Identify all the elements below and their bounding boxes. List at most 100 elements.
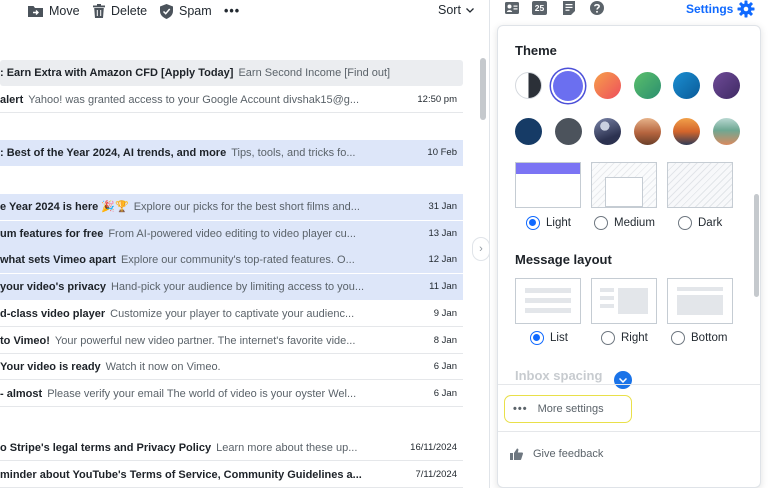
move-label: Move: [49, 4, 80, 18]
theme-title: Theme: [515, 43, 557, 58]
theme-swatch-purple[interactable]: [713, 72, 740, 99]
theme-option-medium[interactable]: Medium: [594, 216, 655, 230]
thumbs-up-icon: [510, 448, 523, 460]
radio-bottom[interactable]: [671, 331, 685, 345]
layout-option-bottom[interactable]: Bottom: [671, 331, 727, 345]
email-date: 13 Jan: [422, 221, 457, 247]
email-date: 16/11/2024: [404, 435, 457, 460]
gear-icon[interactable]: [737, 0, 755, 18]
list-item[interactable]: Your video is ready Watch it now on Vimeo…: [0, 354, 463, 380]
list-item[interactable]: minder about YouTube's Terms of Service,…: [0, 462, 463, 488]
layout-option-label: Bottom: [691, 332, 728, 344]
email-list-scrollbar[interactable]: [480, 58, 486, 120]
contacts-icon[interactable]: [505, 2, 519, 14]
email-date: 6 Jan: [427, 354, 457, 379]
email-sender: d-class video player: [0, 308, 106, 320]
theme-swatch-navy[interactable]: [515, 118, 542, 145]
give-feedback-label: Give feedback: [533, 448, 604, 460]
email-sender: minder about YouTube's Terms of Service,…: [0, 469, 362, 481]
help-icon[interactable]: [590, 1, 604, 15]
theme-swatch-photo-sunset[interactable]: [673, 118, 700, 145]
layout-option-right[interactable]: Right: [601, 331, 648, 345]
theme-swatch-blue[interactable]: [673, 72, 700, 99]
theme-swatch-blue-violet[interactable]: [553, 71, 583, 101]
settings-scrollbar[interactable]: [754, 194, 759, 297]
panel-separator: [498, 384, 760, 385]
theme-option-label: Medium: [614, 217, 655, 229]
radio-list[interactable]: [530, 331, 544, 345]
more-actions-button[interactable]: •••: [224, 0, 240, 22]
theme-option-light[interactable]: Light: [526, 216, 571, 230]
email-sender: alert: [0, 94, 24, 106]
shield-icon: [160, 3, 173, 19]
list-item[interactable]: : Earn Extra with Amazon CFD [Apply Toda…: [0, 60, 463, 86]
email-date: 11 Jan: [423, 274, 457, 300]
email-date: 7/11/2024: [409, 462, 457, 487]
inbox-spacing-title: Inbox spacing: [515, 368, 603, 383]
chevron-down-icon: [619, 377, 627, 383]
delete-button[interactable]: Delete: [93, 0, 147, 22]
email-snippet: Please verify your email The world of vi…: [47, 388, 357, 400]
theme-swatch-photo-beach[interactable]: [713, 118, 740, 145]
email-sender: what sets Vimeo apart: [0, 254, 116, 266]
list-item[interactable]: e Year 2024 is here 🎉🏆 Explore our picks …: [0, 194, 463, 220]
trash-icon: [93, 4, 105, 18]
email-date: 8 Jan: [427, 328, 457, 353]
sort-dropdown[interactable]: Sort: [438, 3, 474, 17]
radio-light[interactable]: [526, 216, 540, 230]
email-snippet: Watch it now on Vimeo.: [105, 361, 221, 373]
more-settings-label: More settings: [537, 403, 604, 415]
theme-swatch-photo-canyon[interactable]: [634, 118, 661, 145]
panel-separator: [498, 431, 760, 432]
list-item[interactable]: d-class video player Customize your playe…: [0, 301, 463, 327]
list-item[interactable]: : Best of the Year 2024, AI trends, and …: [0, 140, 463, 166]
list-item[interactable]: to Vimeo! Your powerful new video partner…: [0, 328, 463, 354]
theme-swatch-gray[interactable]: [555, 118, 582, 145]
list-item[interactable]: your video's privacy Hand-pick your audie…: [0, 274, 463, 300]
theme-swatch-light-dark[interactable]: [515, 72, 542, 99]
email-sender: your video's privacy: [0, 281, 106, 293]
theme-option-dark[interactable]: Dark: [678, 216, 722, 230]
delete-label: Delete: [111, 4, 148, 18]
layout-preview-bottom[interactable]: [667, 278, 733, 324]
layout-preview-list[interactable]: [515, 278, 581, 324]
email-date: 12:50 pm: [411, 87, 457, 112]
list-item[interactable]: what sets Vimeo apart Explore our communi…: [0, 247, 463, 273]
radio-dark[interactable]: [678, 216, 692, 230]
theme-preview-dark[interactable]: [667, 162, 733, 208]
email-snippet: Earn Second Income [Find out]: [238, 67, 391, 79]
layout-option-label: Right: [621, 332, 648, 344]
calendar-icon[interactable]: 25: [532, 1, 547, 15]
email-snippet: Customize your player to captivate your …: [110, 308, 355, 320]
theme-preview-light[interactable]: [515, 162, 581, 208]
theme-preview-medium[interactable]: [591, 162, 657, 208]
theme-swatch-green[interactable]: [634, 72, 661, 99]
email-snippet: Yahoo! was granted access to your Google…: [28, 94, 360, 106]
move-button[interactable]: Move: [28, 0, 80, 22]
list-item[interactable]: o Stripe's legal terms and Privacy Polic…: [0, 435, 463, 461]
list-item[interactable]: alert Yahoo! was granted access to your G…: [0, 87, 463, 113]
list-item[interactable]: um features for free From AI-powered vide…: [0, 221, 463, 247]
list-item[interactable]: - almost Please verify your email The wor…: [0, 381, 463, 407]
theme-swatch-photo-mountains[interactable]: [594, 118, 621, 145]
email-sender: Your video is ready: [0, 361, 101, 373]
notepad-icon[interactable]: [563, 1, 575, 15]
settings-button[interactable]: Settings: [686, 2, 733, 16]
settings-panel: Theme Light Medium Dark Message layout L…: [497, 25, 761, 488]
email-sender: : Best of the Year 2024, AI trends, and …: [0, 147, 227, 159]
layout-option-list[interactable]: List: [530, 331, 568, 345]
layout-preview-right[interactable]: [591, 278, 657, 324]
chevron-right-icon: ›: [479, 243, 483, 255]
collapse-pane-button[interactable]: ›: [472, 237, 490, 261]
email-sender: um features for free: [0, 228, 104, 240]
scroll-down-button[interactable]: [614, 371, 632, 389]
theme-swatch-orange[interactable]: [594, 72, 621, 99]
spam-button[interactable]: Spam: [160, 0, 212, 22]
give-feedback-button[interactable]: Give feedback: [510, 448, 603, 460]
email-snippet: Explore our picks for the best short fil…: [133, 201, 360, 213]
preview-content: [605, 177, 643, 207]
radio-right[interactable]: [601, 331, 615, 345]
email-snippet: Your powerful new video partner. The int…: [54, 335, 356, 347]
more-settings-button[interactable]: ••• More settings: [504, 395, 632, 423]
radio-medium[interactable]: [594, 216, 608, 230]
